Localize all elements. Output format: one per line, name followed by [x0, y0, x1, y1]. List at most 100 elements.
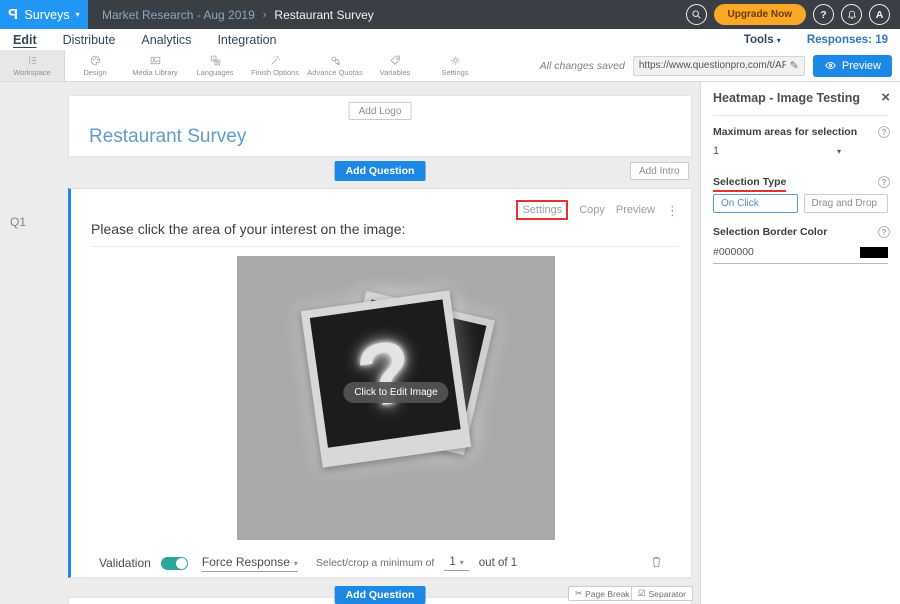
panel-divider: [713, 115, 888, 116]
search-icon: [691, 9, 702, 20]
question-actions: Settings Copy Preview ⋮: [516, 200, 679, 220]
toggle-knob: [176, 558, 187, 569]
toolbar-item-finish-options[interactable]: Finish Options: [245, 50, 305, 81]
survey-url-field[interactable]: https://www.questionpro.com/t/APNrFZ ✎: [633, 56, 805, 76]
max-areas-label: Maximum areas for selection: [713, 126, 857, 138]
add-question-button-bottom[interactable]: Add Question: [335, 586, 426, 604]
survey-header-card: Add Logo Restaurant Survey: [68, 95, 692, 157]
toolbar-item-settings[interactable]: Settings: [425, 50, 485, 81]
palette-icon: [89, 54, 102, 67]
border-color-field[interactable]: #000000: [713, 246, 888, 264]
selection-type-options: On Click Drag and Drop: [713, 194, 888, 213]
color-swatch[interactable]: [860, 247, 888, 258]
validation-type-dropdown[interactable]: Force Response▾: [202, 555, 298, 572]
save-status: All changes saved: [540, 60, 625, 72]
nav-right: Tools ▾ Responses: 19: [744, 34, 888, 46]
toolbar-item-design[interactable]: Design: [65, 50, 125, 81]
question-settings-link[interactable]: Settings: [516, 200, 568, 220]
help-button[interactable]: ?: [813, 4, 834, 25]
product-name: Surveys: [24, 8, 69, 22]
chevron-down-icon: ▾: [777, 36, 781, 45]
validation-label: Validation: [99, 556, 151, 570]
heatmap-image-placeholder[interactable]: ? Click to Edit Image: [237, 256, 555, 540]
max-areas-row: Maximum areas for selection ?: [713, 126, 890, 138]
help-icon[interactable]: ?: [878, 176, 890, 188]
questionpro-logo-icon: P: [8, 6, 18, 23]
drag-and-drop-option[interactable]: Drag and Drop: [804, 194, 889, 213]
kebab-menu-icon[interactable]: ⋮: [666, 204, 679, 217]
toolbar-item-variables[interactable]: Variables: [365, 50, 425, 81]
bell-icon: [846, 9, 858, 21]
question-number: Q1: [10, 215, 26, 229]
wand-icon: [269, 54, 282, 67]
on-click-option[interactable]: On Click: [713, 194, 798, 213]
toolbar-item-media-library[interactable]: Media Library: [125, 50, 185, 81]
survey-title[interactable]: Restaurant Survey: [89, 126, 246, 148]
surveys-menu[interactable]: P Surveys ▾: [0, 0, 88, 29]
click-to-edit-image-button[interactable]: Click to Edit Image: [343, 382, 448, 403]
nav-tab-analytics[interactable]: Analytics: [141, 33, 191, 47]
delete-question-button[interactable]: [650, 554, 663, 572]
tools-menu[interactable]: Tools ▾: [744, 34, 781, 46]
nav-tab-integration[interactable]: Integration: [217, 33, 276, 47]
add-intro-button[interactable]: Add Intro: [630, 162, 689, 180]
notifications-button[interactable]: [841, 4, 862, 25]
add-logo-button[interactable]: Add Logo: [349, 102, 412, 120]
upgrade-now-button[interactable]: Upgrade Now: [714, 4, 806, 25]
add-question-button-top[interactable]: Add Question: [335, 161, 426, 181]
question-copy-link[interactable]: Copy: [579, 204, 605, 216]
border-color-label: Selection Border Color: [713, 226, 827, 238]
border-color-row: Selection Border Color ?: [713, 226, 890, 238]
panel-header: Heatmap - Image Testing ×: [713, 90, 890, 105]
question-mark-icon: ?: [349, 318, 421, 428]
question-card: Settings Copy Preview ⋮ Please click the…: [68, 188, 692, 578]
toolbar-item-advance-quotas[interactable]: Advance Quotas: [305, 50, 365, 81]
question-text[interactable]: Please click the area of your interest o…: [91, 221, 679, 247]
validation-toggle[interactable]: [161, 557, 188, 570]
minimum-value-dropdown[interactable]: 1▾: [444, 556, 468, 571]
question-preview-link[interactable]: Preview: [616, 204, 655, 216]
edit-url-icon[interactable]: ✎: [790, 59, 799, 72]
preview-button[interactable]: Preview: [813, 55, 892, 77]
checkbox-icon: ☑: [638, 588, 646, 599]
search-button[interactable]: [686, 4, 707, 25]
border-color-value: #000000: [713, 246, 754, 258]
chevron-down-icon: ▾: [837, 147, 841, 156]
chevron-down-icon: ▾: [460, 558, 464, 567]
editor-toolbar: Workspace Design Media Library Languages…: [0, 50, 900, 82]
scissors-icon: ✂: [575, 588, 582, 599]
survey-nav: Edit Distribute Analytics Integration To…: [0, 29, 900, 50]
tag-icon: [389, 54, 402, 67]
breadcrumb-survey: Restaurant Survey: [274, 8, 373, 22]
close-panel-button[interactable]: ×: [881, 90, 890, 105]
gear-icon: [449, 54, 462, 67]
selection-type-label: Selection Type: [713, 176, 786, 192]
workspace-icon: [26, 54, 39, 67]
trash-icon: [650, 554, 663, 569]
chevron-down-icon: ▾: [294, 559, 298, 568]
max-areas-select[interactable]: 1 ▾: [713, 145, 841, 157]
nav-tab-edit[interactable]: Edit: [13, 33, 37, 47]
breadcrumb-folder[interactable]: Market Research - Aug 2019: [102, 8, 255, 22]
minimum-select-label: Select/crop a minimum of: [316, 557, 434, 569]
help-icon[interactable]: ?: [878, 226, 890, 238]
toolbar-item-workspace[interactable]: Workspace: [0, 50, 65, 81]
top-bar: P Surveys ▾ Market Research - Aug 2019 ›…: [0, 0, 900, 29]
nav-tab-distribute[interactable]: Distribute: [63, 33, 116, 47]
question-settings-panel: Heatmap - Image Testing × Maximum areas …: [700, 82, 900, 604]
survey-url: https://www.questionpro.com/t/APNrFZ: [639, 60, 786, 71]
page-break-button[interactable]: ✂ Page Break: [568, 586, 637, 601]
help-icon[interactable]: ?: [878, 126, 890, 138]
responses-count[interactable]: Responses: 19: [807, 34, 888, 46]
app-window: P Surveys ▾ Market Research - Aug 2019 ›…: [0, 0, 900, 604]
separator-button[interactable]: ☑ Separator: [631, 586, 693, 601]
validation-row: Validation Force Response▾ Select/crop a…: [71, 546, 691, 580]
account-button[interactable]: A: [869, 4, 890, 25]
breadcrumb-chevron-icon: ›: [263, 9, 267, 21]
image-icon: [149, 54, 162, 67]
photo-frame-front: ?: [301, 290, 472, 467]
chevron-down-icon: ▾: [76, 10, 80, 19]
toolbar-item-languages[interactable]: Languages: [185, 50, 245, 81]
eye-icon: [824, 60, 837, 71]
toolbar-right: All changes saved https://www.questionpr…: [540, 50, 892, 81]
